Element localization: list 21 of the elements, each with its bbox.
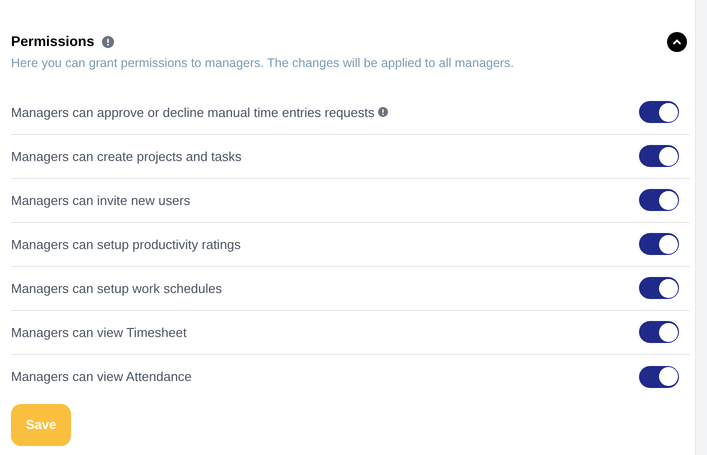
info-icon	[378, 107, 388, 118]
permission-label: Managers can view Timesheet	[11, 324, 187, 342]
toggle-switch[interactable]	[639, 233, 679, 256]
section-title: Permissions	[11, 32, 94, 51]
toggle-switch[interactable]	[639, 101, 679, 124]
permission-label: Managers can view Attendance	[11, 368, 192, 386]
toggle-switch[interactable]	[639, 321, 679, 344]
permission-label: Managers can create projects and tasks	[11, 148, 242, 166]
permission-label: Managers can invite new users	[11, 192, 190, 210]
info-icon	[102, 36, 114, 48]
save-button[interactable]: Save	[11, 404, 71, 446]
permission-label: Managers can setup productivity ratings	[11, 236, 241, 254]
toggle-switch[interactable]	[639, 277, 679, 300]
collapse-button[interactable]	[667, 32, 687, 52]
permission-label: Managers can approve or decline manual time entries requests	[11, 104, 374, 122]
section-description: Here you can grant permissions to managers. The changes will be applied to all managers.	[11, 55, 515, 72]
toggle-switch[interactable]	[639, 189, 679, 212]
chevron-up-icon	[672, 36, 682, 46]
toggle-switch[interactable]	[639, 145, 679, 168]
permission-label: Managers can setup work schedules	[11, 280, 222, 298]
toggle-switch[interactable]	[639, 366, 679, 388]
